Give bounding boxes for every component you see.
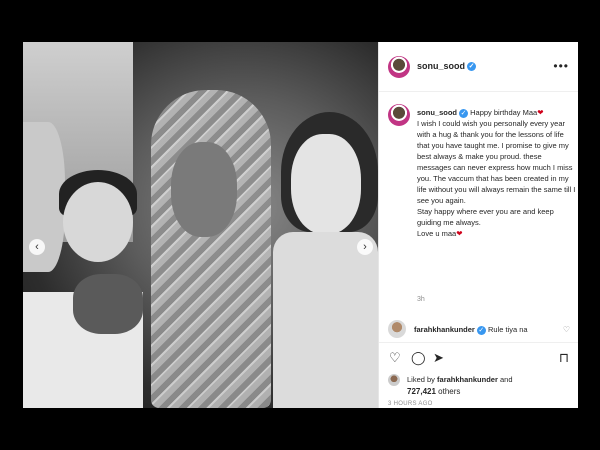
caption-text: sonu_sood ✓ Happy birthday Maa❤ I wish I … (417, 107, 577, 239)
photo-child (63, 182, 133, 262)
header-username[interactable]: sonu_sood (417, 61, 465, 71)
comment-avatar[interactable] (388, 320, 406, 338)
photo-bride-veil (151, 90, 271, 408)
caption-username[interactable]: sonu_sood (417, 108, 457, 117)
avatar[interactable] (388, 56, 410, 78)
post-photo[interactable]: ‹ › (23, 42, 378, 408)
action-bar: ♡ ◯ ➤ ⊓ (379, 342, 578, 372)
photo-hand (73, 274, 143, 334)
bookmark-icon[interactable]: ⊓ (559, 351, 569, 364)
photo-woman-right-face (291, 134, 361, 234)
more-icon[interactable]: ••• (553, 59, 569, 73)
comment-username[interactable]: farahkhankunder (414, 325, 475, 334)
verified-badge-icon: ✓ (476, 325, 486, 335)
red-heart-emoji: ❤ (456, 229, 463, 238)
verified-badge-icon: ✓ (467, 62, 477, 72)
next-photo-icon[interactable]: › (357, 239, 373, 255)
photo-bride-face (171, 142, 237, 237)
red-heart-emoji: ❤ (537, 108, 544, 117)
liked-by-label: Liked by (407, 375, 435, 384)
verified-badge-icon: ✓ (459, 108, 469, 118)
comment-like-icon[interactable]: ♡ (563, 325, 570, 334)
others-count: 727,421 (407, 387, 436, 396)
post-header: sonu_sood ✓ ••• (379, 42, 578, 92)
photo-woman-right-body (273, 232, 378, 408)
liker-avatar (388, 374, 400, 386)
likes-count[interactable]: 727,421 others (407, 387, 460, 396)
comment-icon[interactable]: ◯ (411, 351, 426, 364)
caption-line-4: Love u maa (417, 229, 457, 238)
heart-icon[interactable]: ♡ (389, 351, 401, 364)
instagram-post: ‹ › sonu_sood ✓ ••• sonu_sood ✓ Happy birt… (23, 42, 578, 408)
post-timestamp: 3 HOURS AGO (388, 401, 433, 407)
caption-line-2: I wish I could wish you personally every… (417, 119, 576, 205)
caption-time: 3h (417, 296, 425, 303)
share-icon[interactable]: ➤ (433, 351, 444, 364)
liked-by-and: and (499, 375, 513, 384)
post-sidebar: sonu_sood ✓ ••• sonu_sood ✓ Happy birthday… (378, 42, 578, 408)
liked-by-user[interactable]: farahkhankunder (437, 375, 498, 384)
previous-photo-icon[interactable]: ‹ (29, 239, 45, 255)
comment-text: Rule tiya na (487, 325, 528, 334)
caption-line-3: Stay happy where ever you are and keep g… (417, 207, 554, 227)
others-label: others (438, 387, 461, 396)
caption-avatar[interactable] (388, 104, 410, 126)
caption-line-1: Happy birthday Maa (470, 108, 538, 117)
